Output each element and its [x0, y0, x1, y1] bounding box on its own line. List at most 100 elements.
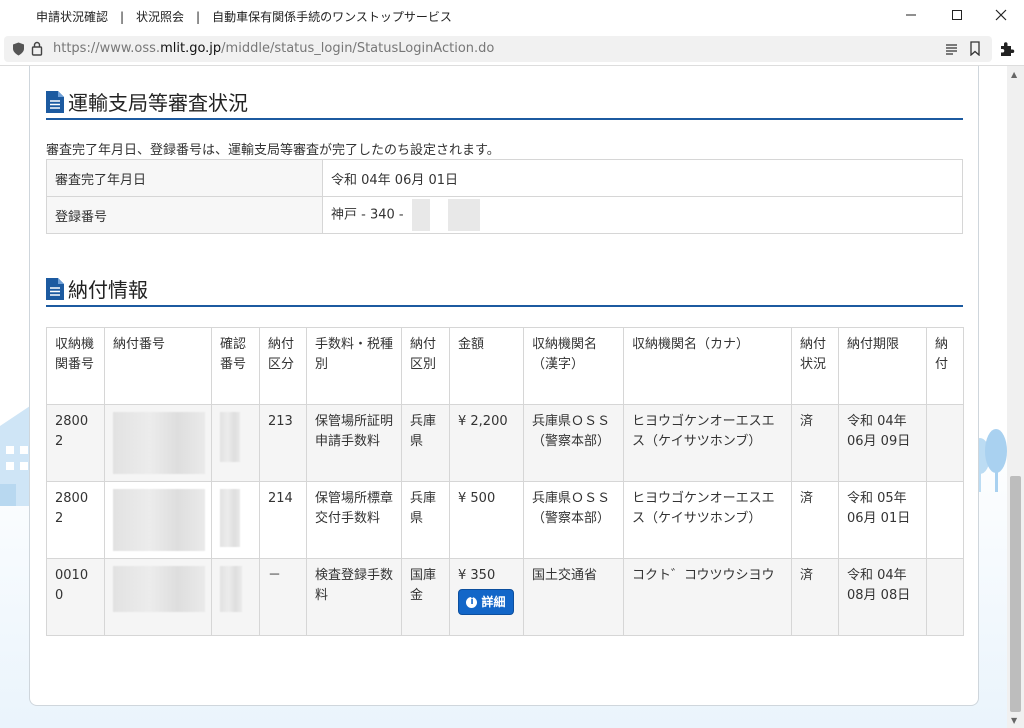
- column-header: 納付番号: [104, 327, 212, 405]
- close-icon: [995, 9, 1007, 21]
- url-text[interactable]: https://www.oss.mlit.go.jp/middle/status…: [53, 41, 494, 56]
- review-note: 審査完了年月日、登録番号は、運輸支局等審査が完了したのち設定されます。: [46, 143, 500, 158]
- bookmark-icon[interactable]: [970, 41, 980, 56]
- payment-table: 収納機関番号 納付番号 確認番号 納付区分 手数料・税種別 納付区別 金額 収納…: [46, 327, 964, 636]
- info-icon: i: [466, 596, 478, 608]
- redacted-region: [113, 566, 205, 612]
- amount-value: ¥ 350: [458, 568, 496, 583]
- confirmation-number-cell: [211, 558, 260, 636]
- window-title: 申請状況確認 | 状況照会 | 自動車保有関係手続のワンストップサービス: [36, 10, 452, 24]
- maximize-button[interactable]: [934, 0, 980, 30]
- amount-cell: ¥ 350 i 詳細: [449, 558, 524, 636]
- registration-number-value: 神戸 - 340 -: [331, 207, 404, 223]
- table-row: 登録番号 神戸 - 340 -: [46, 196, 963, 234]
- agency-number-cell: 28002: [46, 404, 105, 482]
- agency-kana-cell: ヒヨウゴケンオーエスエス（ケイサツホンブ）: [623, 404, 792, 482]
- payment-section-title: 納付情報: [68, 278, 148, 302]
- agency-kana-cell: ヒヨウゴケンオーエスエス（ケイサツホンブ）: [623, 481, 792, 559]
- payment-number-cell: [104, 481, 212, 559]
- column-header: 金額: [449, 327, 524, 405]
- detail-button[interactable]: i 詳細: [458, 589, 514, 615]
- redacted-region: [220, 489, 240, 547]
- maximize-icon: [952, 10, 962, 20]
- reader-view-icon[interactable]: [945, 43, 958, 55]
- division-cell: 国庫金: [401, 558, 450, 636]
- deadline-cell: 令和 04年 06月 09日: [838, 404, 927, 482]
- review-date-value: 令和 04年 06月 01日: [322, 159, 963, 197]
- amount-cell: ¥ 2,200: [449, 404, 524, 482]
- table-row: 28002 214 保管場所標章交付手数料 兵庫県 ¥ 500 兵庫県ＯＳＳ（警…: [46, 481, 964, 559]
- column-header: 納付区別: [401, 327, 450, 405]
- category-cell: 213: [259, 404, 307, 482]
- table-row: 00100 － 検査登録手数料 国庫金 ¥ 350 i 詳細 国土交通省 コクト: [46, 558, 964, 636]
- redacted-region: [220, 412, 240, 462]
- category-cell: －: [259, 558, 307, 636]
- redacted-region: [113, 489, 205, 551]
- table-row: 審査完了年月日 令和 04年 06月 01日: [46, 159, 963, 197]
- agency-number-cell: 00100: [46, 558, 105, 636]
- fee-type-cell: 保管場所証明申請手数料: [306, 404, 402, 482]
- shield-icon: [13, 42, 24, 56]
- table-row: 28002 213 保管場所証明申請手数料 兵庫県 ¥ 2,200 兵庫県ＯＳＳ…: [46, 404, 964, 482]
- table-header-row: 収納機関番号 納付番号 確認番号 納付区分 手数料・税種別 納付区別 金額 収納…: [46, 327, 964, 405]
- title-bar: 申請状況確認 | 状況照会 | 自動車保有関係手続のワンストップサービス: [0, 0, 1024, 32]
- content-card: 運輸支局等審査状況 審査完了年月日、登録番号は、運輸支局等審査が完了したのち設定…: [29, 66, 979, 706]
- payment-action-cell: [926, 481, 964, 559]
- column-header: 手数料・税種別: [306, 327, 402, 405]
- payment-action-cell: [926, 558, 964, 636]
- registration-number-cell: 神戸 - 340 -: [322, 196, 963, 234]
- url-field[interactable]: https://www.oss.mlit.go.jp/middle/status…: [4, 36, 992, 62]
- review-date-label: 審査完了年月日: [46, 159, 323, 197]
- detail-button-label: 詳細: [481, 595, 506, 609]
- status-cell: 済: [791, 558, 839, 636]
- payment-action-cell: [926, 404, 964, 482]
- column-header: 納付: [926, 327, 964, 405]
- division-cell: 兵庫県: [401, 404, 450, 482]
- registration-number-label: 登録番号: [46, 196, 323, 234]
- document-icon: [46, 91, 64, 113]
- column-header: 納付状況: [791, 327, 839, 405]
- redacted-region: [411, 199, 430, 231]
- confirmation-number-cell: [211, 481, 260, 559]
- payment-number-cell: [104, 558, 212, 636]
- review-section-title: 運輸支局等審査状況: [68, 91, 248, 115]
- agency-kana-cell: コクト゛コウツウシヨウ: [623, 558, 792, 636]
- redacted-region: [113, 412, 205, 474]
- close-window-button[interactable]: [978, 0, 1024, 30]
- document-icon: [46, 278, 64, 300]
- vertical-scrollbar[interactable]: ▲ ▼: [1007, 66, 1024, 728]
- address-bar: https://www.oss.mlit.go.jp/middle/status…: [0, 32, 1024, 66]
- column-header: 収納機関名（カナ）: [623, 327, 792, 405]
- deadline-cell: 令和 05年 06月 01日: [838, 481, 927, 559]
- deadline-cell: 令和 04年 08月 08日: [838, 558, 927, 636]
- column-header: 収納機関番号: [46, 327, 105, 405]
- division-cell: 兵庫県: [401, 481, 450, 559]
- column-header: 納付区分: [259, 327, 307, 405]
- scroll-down-icon[interactable]: ▼: [1011, 716, 1017, 725]
- extensions-icon[interactable]: [998, 41, 1015, 58]
- category-cell: 214: [259, 481, 307, 559]
- redacted-region: [220, 566, 242, 612]
- payment-number-cell: [104, 404, 212, 482]
- scrollbar-thumb[interactable]: [1010, 476, 1021, 712]
- page-viewport: 運輸支局等審査状況 審査完了年月日、登録番号は、運輸支局等審査が完了したのち設定…: [0, 66, 1007, 728]
- scroll-up-icon[interactable]: ▲: [1011, 70, 1017, 79]
- agency-kanji-cell: 兵庫県ＯＳＳ（警察本部）: [523, 481, 624, 559]
- column-header: 確認番号: [211, 327, 260, 405]
- agency-number-cell: 28002: [46, 481, 105, 559]
- lock-icon[interactable]: [31, 41, 43, 56]
- review-table: 審査完了年月日 令和 04年 06月 01日 登録番号 神戸 - 340 -: [46, 159, 963, 234]
- minimize-button[interactable]: [888, 0, 934, 30]
- column-header: 納付期限: [838, 327, 927, 405]
- confirmation-number-cell: [211, 404, 260, 482]
- payment-section-header: 納付情報: [46, 273, 963, 307]
- fee-type-cell: 検査登録手数料: [306, 558, 402, 636]
- amount-cell: ¥ 500: [449, 481, 524, 559]
- status-cell: 済: [791, 404, 839, 482]
- redacted-region: [447, 199, 480, 231]
- minimize-icon: [906, 14, 916, 16]
- agency-kanji-cell: 兵庫県ＯＳＳ（警察本部）: [523, 404, 624, 482]
- fee-type-cell: 保管場所標章交付手数料: [306, 481, 402, 559]
- column-header: 収納機関名（漢字）: [523, 327, 624, 405]
- status-cell: 済: [791, 481, 839, 559]
